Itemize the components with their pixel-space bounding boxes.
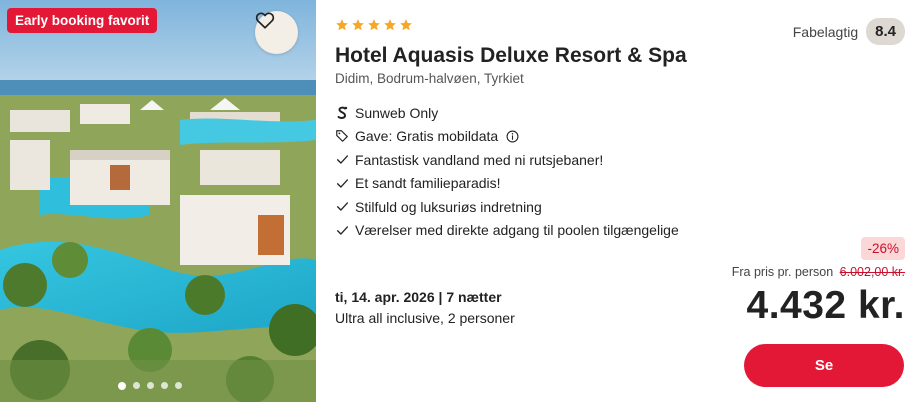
hotel-stars	[335, 18, 413, 32]
star-icon	[368, 19, 380, 31]
hotel-location: Didim, Bodrum-halvøen, Tyrkiet	[335, 71, 524, 86]
check-icon	[335, 200, 349, 214]
favorite-button[interactable]	[255, 11, 298, 54]
check-icon	[335, 176, 349, 190]
star-icon	[352, 19, 364, 31]
current-price: 4.432 kr.	[746, 284, 905, 327]
hotel-photo[interactable]: Early booking favorit	[0, 0, 316, 402]
rating-label: Fabelagtig	[792, 23, 859, 40]
feature-item: Stilfuld og luksuriøs indretning	[335, 195, 679, 219]
see-offer-button[interactable]: Se	[744, 344, 904, 387]
heart-outline-icon	[255, 12, 275, 29]
star-icon	[384, 19, 396, 31]
price-from: Fra pris pr. person 6.002,00 kr.	[732, 265, 905, 279]
feature-text: Gave: Gratis mobildata	[355, 128, 499, 145]
feature-text: Fantastisk vandland med ni rutsjebaner!	[355, 151, 604, 168]
sunweb-logo-icon	[335, 106, 349, 120]
travel-dates: ti, 14. apr. 2026 | 7 nætter	[335, 289, 502, 305]
feature-text: Sunweb Only	[355, 104, 439, 121]
feature-item: Gave: Gratis mobildata	[335, 125, 679, 149]
star-icon	[336, 19, 348, 31]
hotel-name[interactable]: Hotel Aquasis Deluxe Resort & Spa	[335, 44, 687, 68]
rating-score: 8.4	[866, 18, 905, 45]
info-icon[interactable]	[506, 130, 519, 143]
check-icon	[335, 153, 349, 167]
carousel-dot[interactable]	[118, 381, 126, 390]
discount-badge: -26%	[861, 237, 905, 260]
carousel-dot[interactable]	[133, 382, 140, 389]
feature-list: Sunweb Only Gave: Gratis mobildata Fanta…	[335, 101, 679, 242]
early-booking-badge: Early booking favorit	[7, 8, 158, 33]
star-icon	[400, 19, 412, 31]
board-and-guests: Ultra all inclusive, 2 personer	[335, 310, 515, 326]
feature-item: Sunweb Only	[335, 101, 679, 125]
feature-text: Værelser med direkte adgang til poolen t…	[355, 222, 679, 239]
carousel-dot[interactable]	[175, 382, 182, 389]
feature-text: Stilfuld og luksuriøs indretning	[355, 198, 542, 215]
hotel-card[interactable]: Early booking favorit Hotel Aquasis Delu…	[0, 0, 919, 402]
guest-rating: Fabelagtig 8.4	[793, 18, 905, 45]
tag-icon	[335, 129, 349, 143]
price-from-label: Fra pris pr. person	[731, 265, 834, 279]
feature-text: Et sandt familieparadis!	[355, 175, 501, 192]
resort-image	[0, 0, 316, 402]
check-icon	[335, 223, 349, 237]
feature-item: Fantastisk vandland med ni rutsjebaner!	[335, 148, 679, 172]
old-price: 6.002,00 kr.	[839, 265, 905, 279]
feature-item: Værelser med direkte adgang til poolen t…	[335, 219, 679, 243]
feature-item: Et sandt familieparadis!	[335, 172, 679, 196]
carousel-dot[interactable]	[161, 382, 168, 389]
carousel-dots	[118, 381, 182, 390]
carousel-dot[interactable]	[147, 382, 154, 389]
